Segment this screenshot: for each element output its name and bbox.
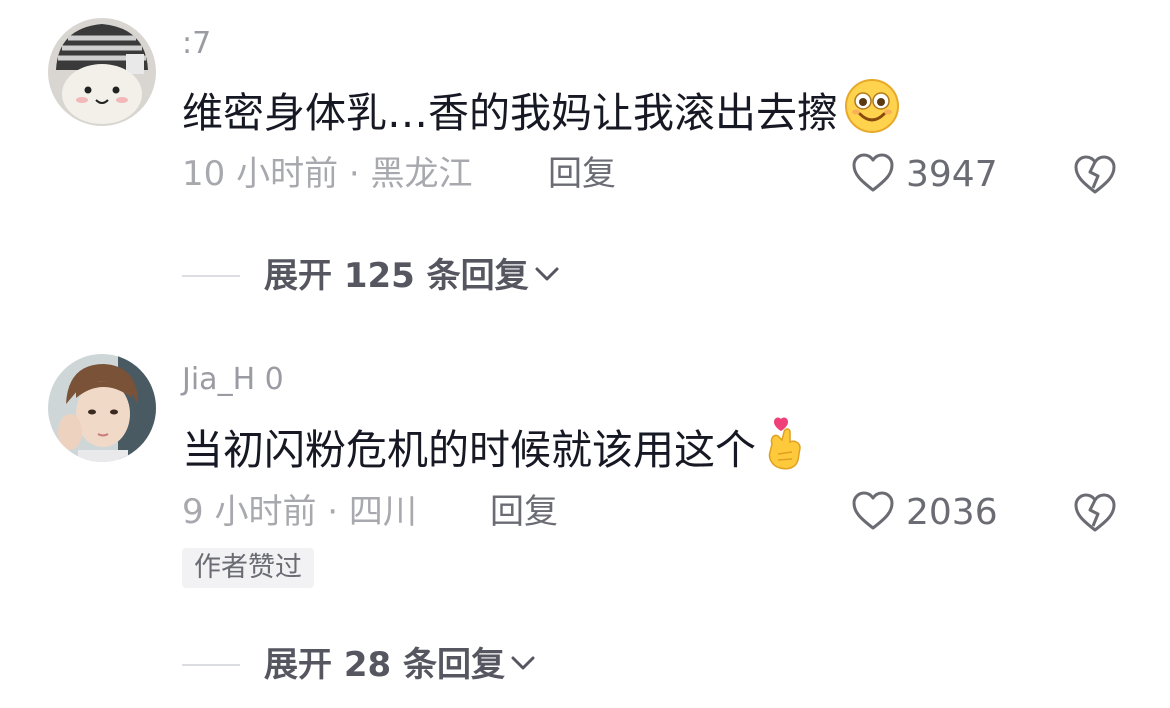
expand-replies-button[interactable]: 展开 125 条回复 [182,254,561,298]
comment-meta: 10 小时前 · 黑龙江 [182,154,473,194]
dislike-button[interactable] [1072,154,1118,200]
username[interactable]: Jia_H 0 [182,362,284,398]
like-count: 3947 [906,154,998,195]
comment-text-row: 当初闪粉危机的时候就该用这个 [182,414,808,486]
finger-heart-emoji [762,414,808,486]
dislike-button[interactable] [1072,492,1118,538]
broken-heart-icon [1072,493,1118,538]
divider-line [182,664,240,666]
divider-line [182,275,240,277]
avatar[interactable] [48,18,156,126]
like-button[interactable]: 2036 [850,490,998,536]
smiling-face-emoji [844,78,900,148]
comment-meta: 9 小时前 · 四川 [182,492,417,532]
reply-button[interactable]: 回复 [490,490,558,534]
comment-text: 当初闪粉危机的时候就该用这个 [182,426,756,474]
expand-replies-button[interactable]: 展开 28 条回复 [182,643,537,687]
like-button[interactable]: 3947 [850,152,998,198]
expand-replies-label: 展开 28 条回复 [264,645,505,685]
expand-replies-label: 展开 125 条回复 [264,256,529,296]
chevron-down-icon [533,264,561,288]
reply-button[interactable]: 回复 [548,152,616,196]
comment-text: 维密身体乳…香的我妈让我滚出去擦 [182,89,838,137]
author-liked-badge: 作者赞过 [182,548,314,588]
like-count: 2036 [906,492,998,533]
heart-icon [850,152,896,198]
chevron-down-icon [509,653,537,677]
heart-icon [850,490,896,536]
avatar[interactable] [48,354,156,462]
comment-text-row: 维密身体乳…香的我妈让我滚出去擦 [182,78,900,148]
username[interactable]: :7 [182,26,211,62]
broken-heart-icon [1072,155,1118,200]
